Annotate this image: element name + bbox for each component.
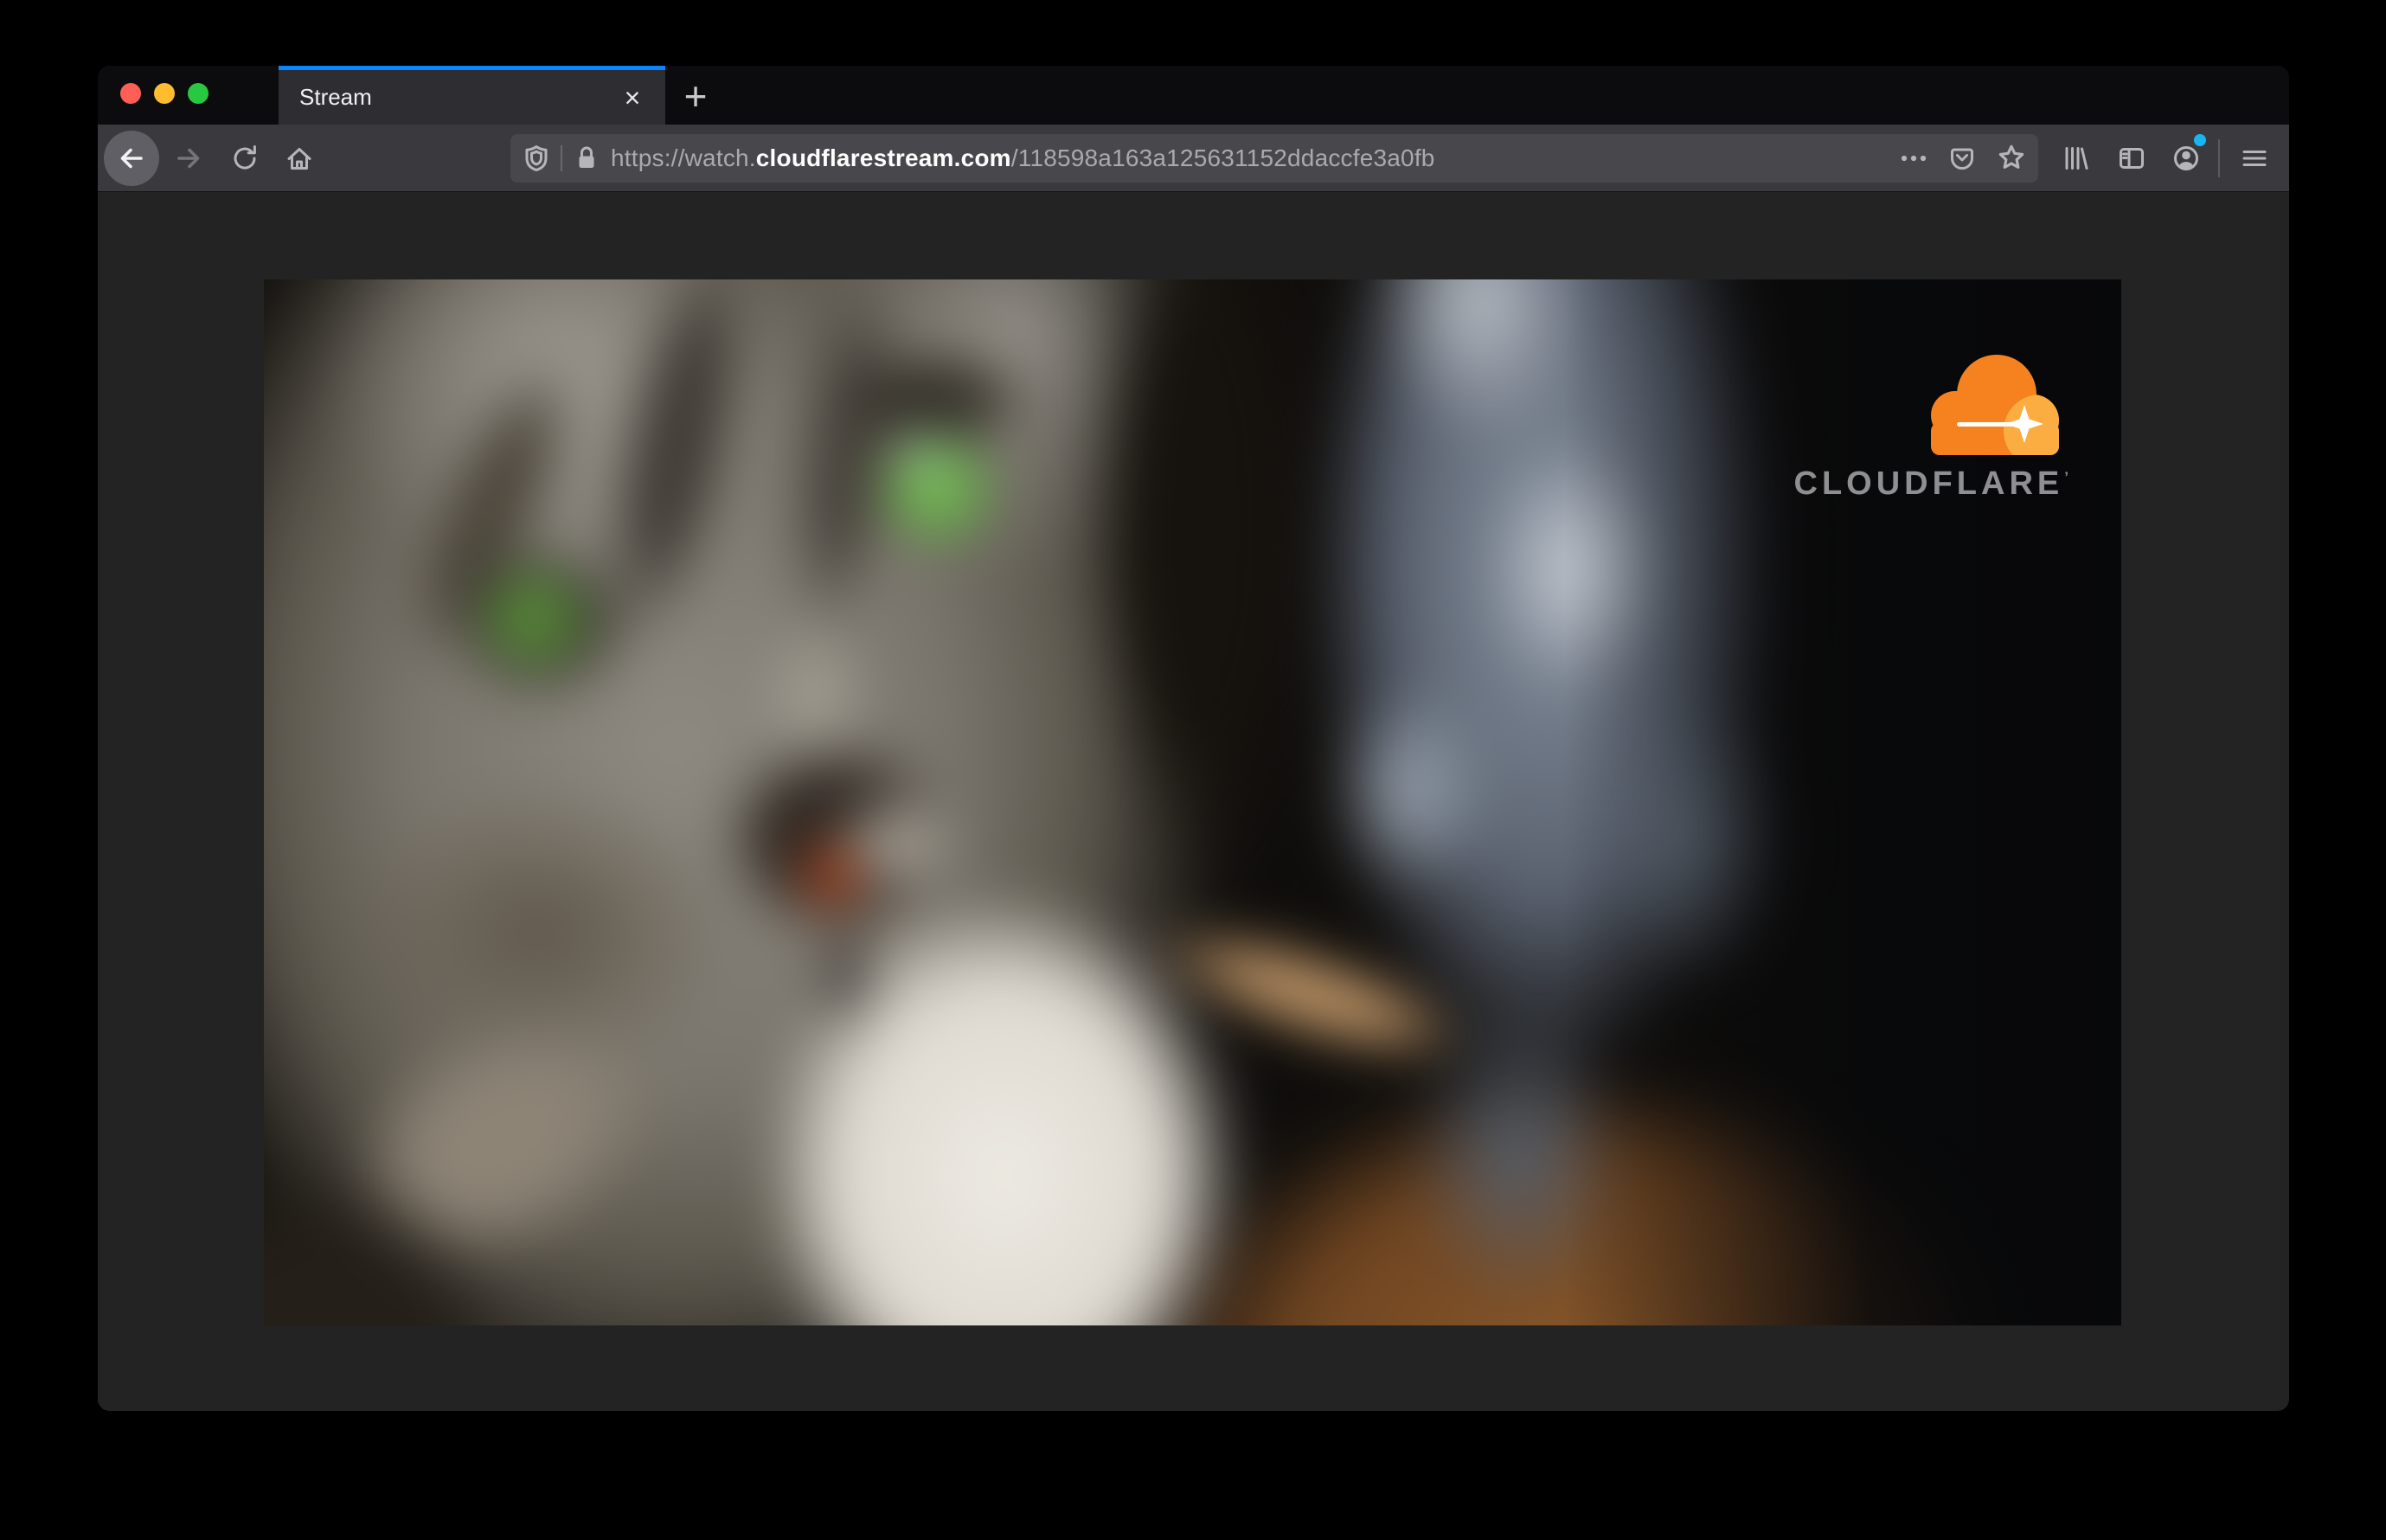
url-domain: cloudflarestream.com [755,144,1011,171]
cloudflare-watermark: CLOUDFLARE’ [1783,350,2069,503]
navigation-toolbar: https://watch.cloudflarestream.com/11859… [98,125,2289,192]
account-notification-dot [2194,134,2206,146]
forward-button[interactable] [173,143,204,174]
new-tab-button[interactable]: + [676,76,715,116]
hamburger-menu-icon [2242,151,2267,166]
page-actions-dots-icon[interactable] [1898,143,1929,174]
library-icon [2065,147,2088,170]
browser-window: Stream × + https://watch.cloudflarestrea… [98,66,2289,1411]
cloudflare-watermark-text: CLOUDFLARE’ [1793,465,2069,502]
close-window-button[interactable] [120,83,141,104]
url-scheme: https://watch. [611,144,756,171]
sidebar-icon [2120,148,2144,169]
minimize-window-button[interactable] [154,83,175,104]
zoom-window-button[interactable] [188,83,208,104]
tracking-protection-shield-icon[interactable] [521,143,552,174]
desktop-background: { "tab_bar": { "active_tab": { "title": … [0,0,2386,1540]
url-bar-divider [561,145,562,171]
video-player[interactable]: CLOUDFLARE’ [264,279,2121,1325]
menu-button[interactable] [2239,143,2270,174]
toolbar-divider [2218,139,2220,177]
forward-arrow-icon [177,148,200,169]
tab-close-icon[interactable]: × [615,80,650,115]
back-arrow-icon [120,148,143,169]
page-action-icons [1898,142,2028,175]
account-avatar-icon [2174,146,2198,170]
sidebar-toggle-button[interactable] [2116,143,2147,174]
url-bar[interactable]: https://watch.cloudflarestream.com/11859… [510,134,2038,183]
lock-icon[interactable] [571,143,602,174]
url-text: https://watch.cloudflarestream.com/11859… [611,144,1435,172]
home-icon [287,148,311,170]
reload-button[interactable] [229,143,260,174]
pocket-save-icon[interactable] [1947,143,1978,174]
page-content: CLOUDFLARE’ [98,192,2289,1410]
tab-bar: Stream × + [98,66,2289,125]
url-path: /118598a163a125631152ddaccfe3a0fb [1010,144,1435,171]
account-button[interactable] [2171,143,2202,174]
library-button[interactable] [2060,143,2091,174]
tab-stream[interactable]: Stream × [279,66,665,125]
reload-icon [234,145,256,170]
cloudflare-cloud-logo-icon [1931,350,2059,459]
back-button[interactable] [104,131,159,186]
trademark-mark: ’ [2064,469,2069,486]
tab-title: Stream [299,84,372,110]
bookmark-star-icon[interactable] [1995,142,2028,175]
home-button[interactable] [284,143,315,174]
